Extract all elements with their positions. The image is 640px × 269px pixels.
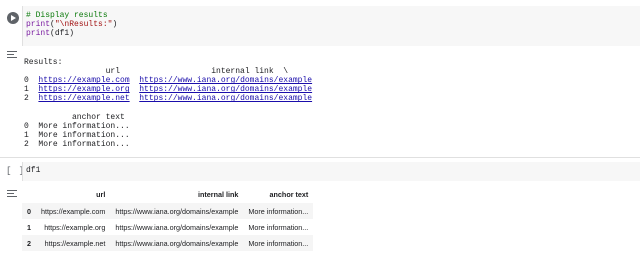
row-index: 0 <box>27 206 31 216</box>
cell-divider <box>0 157 640 158</box>
output-heading: Results: <box>24 58 63 67</box>
cell-internal-link: https://www.iana.org/domains/example <box>115 206 239 216</box>
code-line-1: # Display results <box>26 11 108 20</box>
code-line-3: print(df1) <box>26 29 75 39</box>
column-header-internal-link: internal link <box>198 189 239 199</box>
code-line-1: df1 <box>26 166 41 175</box>
code-text: # Display results print("\nResults:") pr… <box>23 6 640 39</box>
dataframe-table: url internal link anchor text 0 https://… <box>22 185 314 251</box>
cell-anchor-text: More information... <box>248 238 309 248</box>
cell-anchor-text: More information... <box>248 206 309 216</box>
internal-link[interactable]: https://www.iana.org/domains/example <box>139 85 312 94</box>
cell-url: https://example.net <box>44 238 106 248</box>
output-toggle-icon[interactable] <box>5 189 19 199</box>
url-link[interactable]: https://example.net <box>38 94 129 103</box>
cell-internal-link: https://www.iana.org/domains/example <box>115 222 239 232</box>
table-header-row: url internal link anchor text <box>22 185 313 203</box>
table-row: 1 https://example.org https://www.iana.o… <box>22 219 313 235</box>
output-toggle-icon[interactable] <box>5 50 19 60</box>
column-header-anchor-text: anchor text <box>269 189 309 199</box>
code-line-2: print("\nResults:") <box>26 20 118 30</box>
table-row: 2 https://example.net https://www.iana.o… <box>22 235 314 251</box>
table-row: 0 https://example.com https://www.iana.o… <box>22 203 314 219</box>
cell-url: https://example.com <box>41 206 106 216</box>
cell-output: Results: url internal link \ 0 https://e… <box>24 58 313 149</box>
url-link[interactable]: https://example.org <box>38 85 129 94</box>
code-cell-1: # Display results print("\nResults:") pr… <box>0 0 640 156</box>
code-editor[interactable]: # Display results print("\nResults:") pr… <box>22 6 640 46</box>
column-header-url: url <box>96 189 106 199</box>
cell-anchor-text: More information... <box>248 222 309 232</box>
internal-link[interactable]: https://www.iana.org/domains/example <box>139 94 312 103</box>
output-block2-header: anchor text <box>24 112 125 122</box>
column-header-index <box>22 185 36 203</box>
code-cell-2: [ ] df1 url internal link anchor text 0 … <box>0 160 640 269</box>
cell-url: https://example.org <box>44 222 106 232</box>
run-cell-button[interactable] <box>7 12 19 24</box>
row-index: 1 <box>27 222 31 232</box>
cell-internal-link: https://www.iana.org/domains/example <box>115 238 239 248</box>
code-editor[interactable]: df1 <box>22 162 640 181</box>
output-block1-header: url internal link \ <box>24 67 289 77</box>
url-link[interactable]: https://example.com <box>38 76 129 85</box>
row-index: 2 <box>27 238 31 248</box>
internal-link[interactable]: https://www.iana.org/domains/example <box>139 76 312 85</box>
